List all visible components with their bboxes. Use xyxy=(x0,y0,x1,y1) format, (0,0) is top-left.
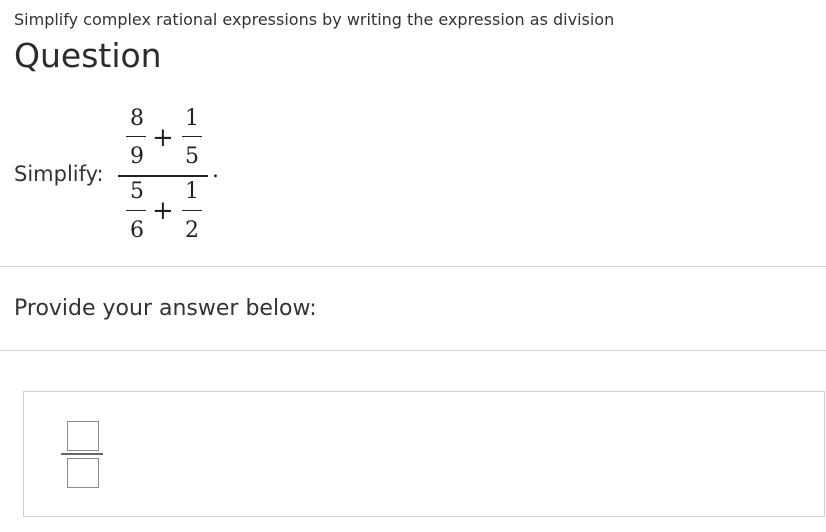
numerator-left-top: 8 xyxy=(130,106,144,131)
numerator-right-top: 1 xyxy=(185,106,199,131)
denominator-left-top: 5 xyxy=(130,179,144,204)
simplify-label: Simplify: xyxy=(14,162,104,186)
fraction-numerator-input[interactable] xyxy=(67,421,99,451)
fraction-bar xyxy=(61,453,103,455)
denominator-right-bar xyxy=(182,210,202,211)
denominator-left-bar xyxy=(126,210,146,211)
question-heading: Question xyxy=(14,36,162,75)
expression-period: . xyxy=(212,158,219,183)
divider-bottom xyxy=(0,350,826,351)
denominator-right-bottom: 2 xyxy=(185,218,199,243)
answer-panel xyxy=(23,391,825,517)
divider-top xyxy=(0,266,826,267)
fraction-denominator-input[interactable] xyxy=(67,458,99,488)
complex-fraction: 8 9 + 1 5 5 6 + 1 2 . xyxy=(118,100,228,250)
topic-title: Simplify complex rational expressions by… xyxy=(14,10,615,29)
numerator-left-bottom: 9 xyxy=(130,144,144,169)
denominator-right-top: 1 xyxy=(185,179,199,204)
numerator-right-bar xyxy=(182,136,202,137)
main-fraction-bar xyxy=(118,175,208,177)
answer-label: Provide your answer below: xyxy=(14,296,317,321)
numerator-operator: + xyxy=(152,123,174,153)
denominator-left-bottom: 6 xyxy=(130,218,144,243)
numerator-right-bottom: 5 xyxy=(185,144,199,169)
denominator-operator: + xyxy=(152,196,174,226)
numerator-left-bar xyxy=(126,136,146,137)
